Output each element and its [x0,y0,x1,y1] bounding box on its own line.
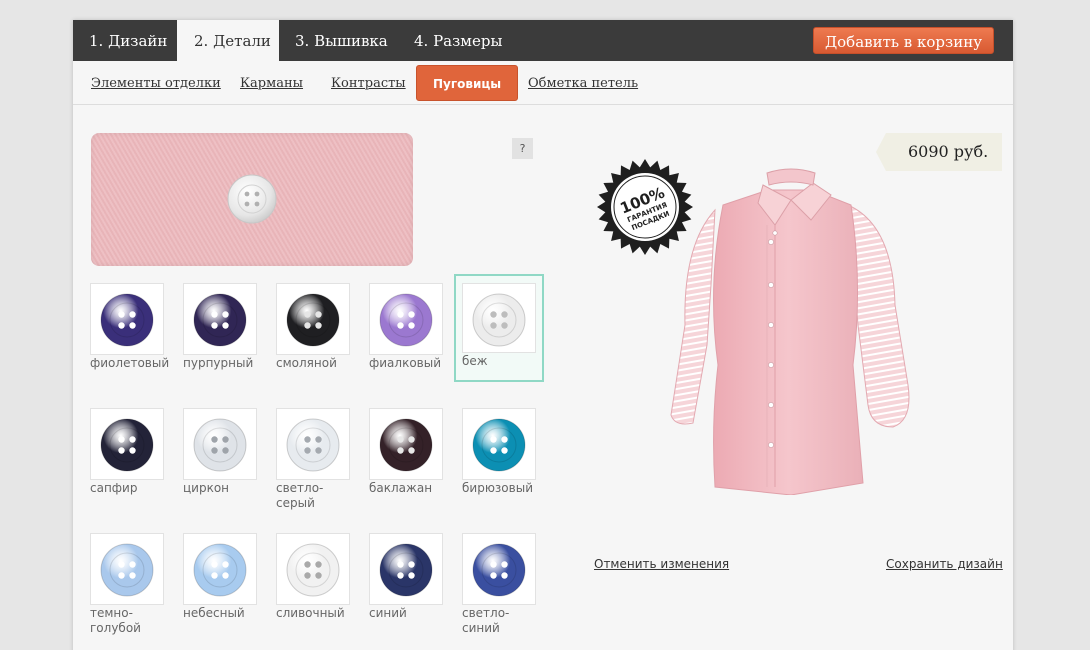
button-swatch [90,283,164,355]
subtab-buttonhole-stitching[interactable]: Обметка петель [528,76,638,91]
subtab-pockets[interactable]: Карманы [240,76,303,91]
button-swatch [369,408,443,480]
button-option[interactable]: циркон [183,408,263,496]
button-swatch [183,533,257,605]
tab-embroidery[interactable]: 3. Вышивка [295,20,388,61]
button-option[interactable]: бирюзовый [462,408,542,496]
button-icon [379,418,433,472]
button-swatch [276,283,350,355]
button-option[interactable]: светло-синий [462,533,542,636]
subtab-trim-elements[interactable]: Элементы отделки [91,76,221,91]
button-option-label: смоляной [276,356,337,370]
preview-button-icon [227,174,277,224]
button-swatch [276,533,350,605]
button-swatch [462,533,536,605]
tab-details[interactable]: 2. Детали [177,20,279,61]
button-option-label: синий [369,606,407,620]
button-option-label: сливочный [276,606,345,620]
subtab-buttons[interactable]: Пуговицы [416,65,519,101]
button-option-label: фиолетовый [90,356,170,370]
button-option[interactable]: беж [454,274,544,382]
button-option-label: светло-серый [276,481,324,510]
button-option[interactable]: сливочный [276,533,356,621]
button-icon [286,543,340,597]
button-option-label: пурпурный [183,356,254,370]
tab-sizes[interactable]: 4. Размеры [414,20,502,61]
button-icon [193,418,247,472]
button-option-label: баклажан [369,481,433,495]
button-option[interactable]: синий [369,533,449,621]
button-swatch [462,283,536,353]
cancel-changes-link[interactable]: Отменить изменения [594,557,729,571]
button-option[interactable]: пурпурный [183,283,263,371]
button-icon [193,543,247,597]
button-swatch [183,408,257,480]
button-swatch [369,533,443,605]
button-icon [472,293,526,347]
button-preview [91,133,413,266]
tab-design[interactable]: 1. Дизайн [89,20,167,61]
shirt-image [670,168,910,495]
button-icon [193,293,247,347]
button-swatch [462,408,536,480]
button-option[interactable]: смоляной [276,283,356,371]
button-icon [286,293,340,347]
button-option-label: бирюзовый [462,481,533,495]
button-option[interactable]: баклажан [369,408,449,496]
button-option[interactable]: фиалковый [369,283,449,371]
configurator-panel: 1. Дизайн 2. Детали 3. Вышивка 4. Размер… [73,20,1013,650]
button-swatch [183,283,257,355]
button-option[interactable]: светло-серый [276,408,356,511]
subtab-contrasts[interactable]: Контрасты [331,76,406,91]
main-tab-bar: 1. Дизайн 2. Детали 3. Вышивка 4. Размер… [73,20,1013,61]
button-swatch [276,408,350,480]
button-icon [100,543,154,597]
button-option-label: сапфир [90,481,138,495]
button-icon [100,293,154,347]
button-option[interactable]: сапфир [90,408,170,496]
button-icon [472,543,526,597]
button-option-label: светло-синий [462,606,510,635]
save-design-link[interactable]: Сохранить дизайн [886,557,1003,571]
button-option[interactable]: небесный [183,533,263,621]
button-option-label: беж [462,354,488,368]
button-option[interactable]: темно-голубой [90,533,170,636]
add-to-cart-button[interactable]: Добавить в корзину [813,27,994,54]
button-icon [379,543,433,597]
sub-tab-bar: Элементы отделки Карманы Контрасты Пугов… [73,61,1013,105]
button-icon [100,418,154,472]
button-icon [472,418,526,472]
button-option-label: циркон [183,481,230,495]
button-option-label: фиалковый [369,356,442,370]
button-swatch [369,283,443,355]
button-option[interactable]: фиолетовый [90,283,170,371]
button-swatch [90,533,164,605]
help-button[interactable]: ? [512,138,533,159]
button-swatch [90,408,164,480]
button-option-label: небесный [183,606,245,620]
button-icon [379,293,433,347]
button-option-label: темно-голубой [90,606,141,635]
button-icon [286,418,340,472]
